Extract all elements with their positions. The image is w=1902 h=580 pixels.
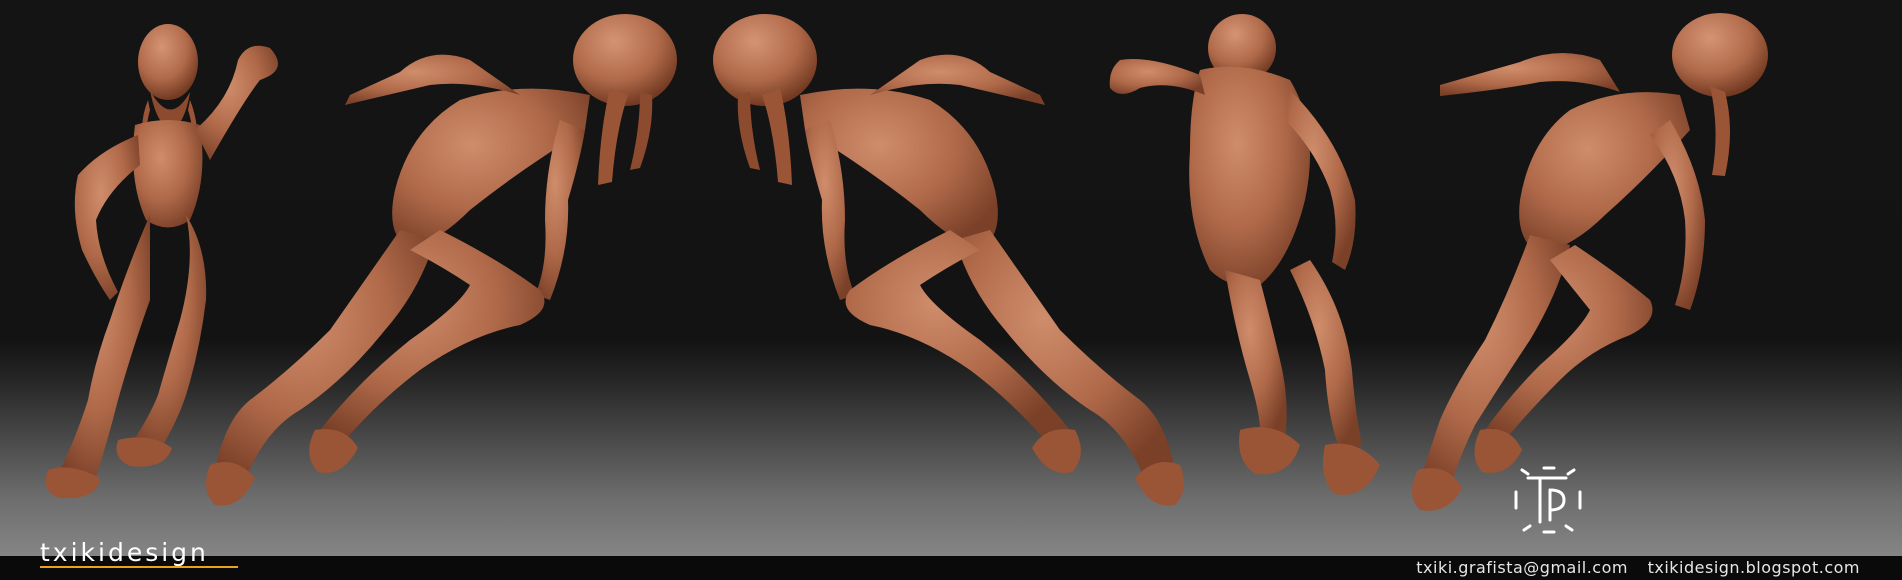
contact-info: txiki.grafista@gmail.com txikidesign.blo… [1416,557,1860,579]
brand-underline [40,566,238,568]
creature-side-view-right [206,14,677,506]
render-canvas: txikidesign txiki.grafista@gmail.com txi… [0,0,1902,580]
creature-three-quarter-view [1411,13,1768,511]
brand-wordmark: txikidesign [40,538,209,567]
tp-monogram-icon [1514,466,1582,534]
contact-email: txiki.grafista@gmail.com [1416,558,1628,577]
sculpt-turnaround [45,13,1768,511]
contact-blog: txikidesign.blogspot.com [1647,558,1860,577]
